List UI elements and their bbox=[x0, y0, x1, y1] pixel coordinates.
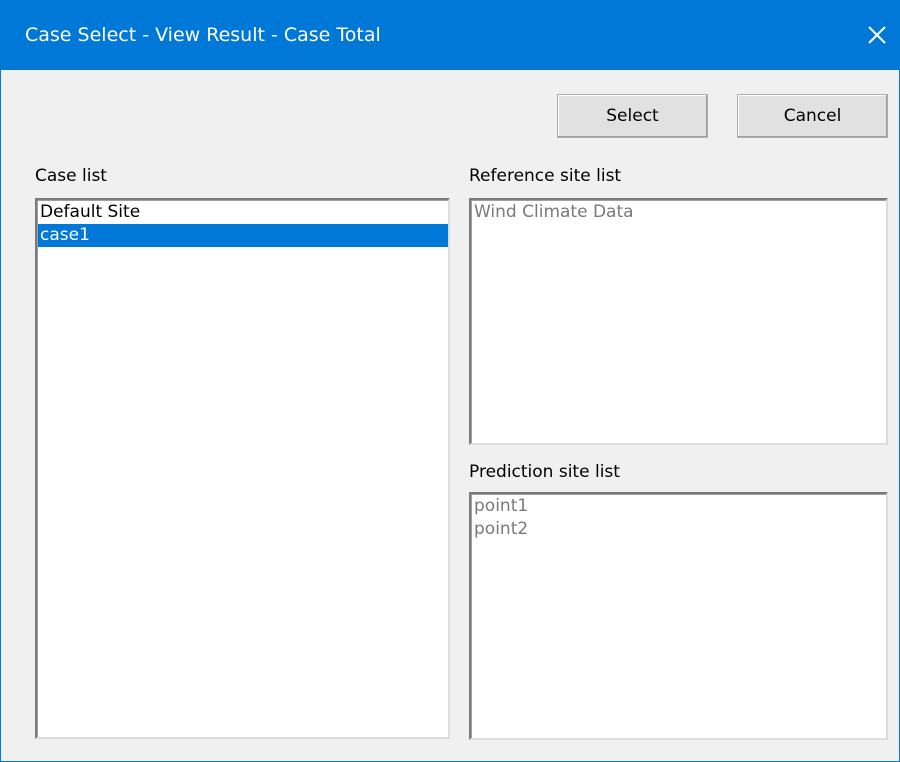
window-title: Case Select - View Result - Case Total bbox=[25, 24, 381, 46]
case-list-label: Case list bbox=[35, 166, 107, 186]
prediction-site-list[interactable]: point1 point2 bbox=[469, 492, 888, 740]
title-bar: Case Select - View Result - Case Total bbox=[0, 0, 900, 70]
prediction-site-list-label: Prediction site list bbox=[469, 462, 620, 482]
reference-site-list-label: Reference site list bbox=[469, 166, 622, 186]
close-button[interactable] bbox=[854, 0, 900, 70]
reference-site-item[interactable]: Wind Climate Data bbox=[472, 201, 886, 224]
case-select-dialog: Case Select - View Result - Case Total S… bbox=[0, 0, 900, 762]
prediction-site-item-point1[interactable]: point1 bbox=[472, 495, 886, 518]
prediction-site-item-point2[interactable]: point2 bbox=[472, 518, 886, 541]
case-list-item-case1[interactable]: case1 bbox=[38, 224, 448, 247]
case-list[interactable]: Default Site case1 bbox=[35, 198, 450, 739]
cancel-button[interactable]: Cancel bbox=[737, 94, 888, 138]
case-list-item-default-site[interactable]: Default Site bbox=[38, 201, 448, 224]
reference-site-list[interactable]: Wind Climate Data bbox=[469, 198, 888, 445]
close-icon bbox=[868, 26, 886, 44]
select-button[interactable]: Select bbox=[557, 94, 708, 138]
